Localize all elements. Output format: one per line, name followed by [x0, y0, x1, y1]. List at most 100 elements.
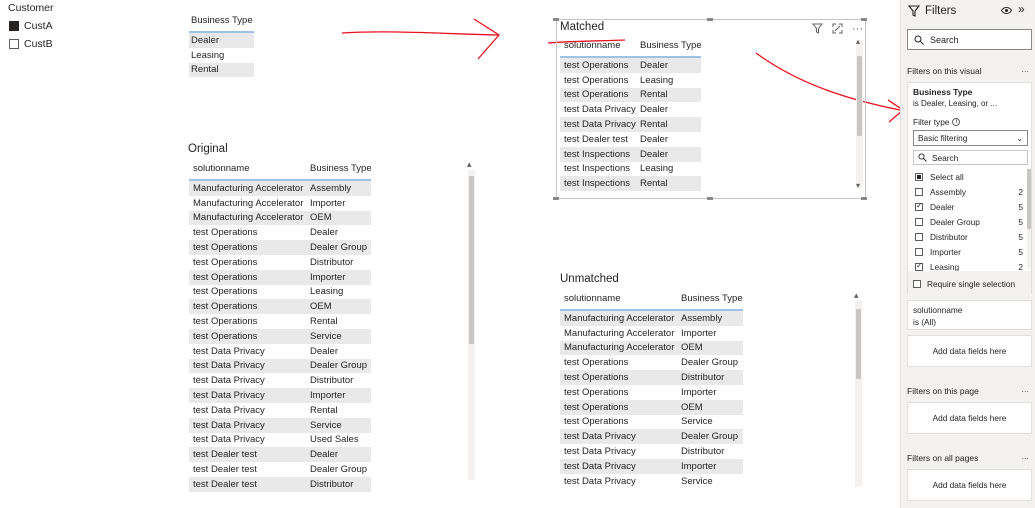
filter-value-item[interactable]: Dealer 5: [910, 199, 1027, 214]
table-row[interactable]: Manufacturing Accelerator Assembly: [189, 181, 371, 196]
more-options-icon[interactable]: ...: [1021, 451, 1029, 461]
table-row[interactable]: test Operations Service: [189, 328, 371, 344]
table-row[interactable]: test Operations Leasing: [560, 73, 701, 88]
table-row[interactable]: test Inspections Rental: [560, 176, 701, 192]
table-row[interactable]: test Operations Rental: [189, 314, 371, 329]
table-row[interactable]: test Operations Distributor: [560, 370, 743, 385]
collapse-pane-icon[interactable]: »: [1018, 2, 1025, 16]
checkbox-unchecked[interactable]: [915, 187, 923, 196]
scroll-up-icon[interactable]: ▴: [856, 37, 860, 46]
table-row[interactable]: test Data Privacy Distributor: [560, 444, 743, 459]
more-options-icon[interactable]: ...: [1021, 384, 1029, 394]
table-row[interactable]: Manufacturing Accelerator OEM: [189, 210, 371, 226]
table-row[interactable]: test Operations Dealer Group: [560, 355, 743, 370]
scrollbar-thumb[interactable]: [856, 309, 861, 379]
table-row[interactable]: test Operations Dealer: [560, 58, 701, 73]
filter-values-search[interactable]: Search: [913, 150, 1028, 165]
require-single-selection[interactable]: Require single selection: [913, 279, 1015, 289]
checkbox-unchecked[interactable]: [915, 247, 923, 256]
table-row[interactable]: test Operations OEM: [189, 299, 371, 315]
column-header-business-type[interactable]: Business Type: [677, 287, 743, 309]
checkbox-checked[interactable]: [915, 201, 923, 211]
table-row[interactable]: test Operations Importer: [560, 385, 743, 400]
table-row[interactable]: test Data Privacy Rental: [560, 117, 701, 132]
table-row[interactable]: test Data Privacy Dealer: [189, 344, 371, 359]
business-type-filter-card[interactable]: Business Type is Dealer, Leasing, or ...…: [907, 82, 1032, 295]
scroll-down-icon[interactable]: ▾: [856, 181, 860, 190]
more-options-icon[interactable]: ···: [852, 23, 863, 34]
table-row[interactable]: Manufacturing Accelerator Assembly: [560, 311, 743, 326]
filter-value-item[interactable]: Assembly 2: [910, 184, 1027, 199]
table-row[interactable]: test Data Privacy Dealer Group: [189, 358, 371, 374]
add-data-fields-all-pages[interactable]: Add data fields here: [907, 469, 1032, 501]
table-row[interactable]: test Data Privacy Dealer Group: [560, 429, 743, 445]
table-row[interactable]: test Data Privacy Service: [560, 474, 743, 489]
add-data-fields-visual[interactable]: Add data fields here: [907, 335, 1032, 367]
table-row[interactable]: test Dealer test Dealer Group: [189, 462, 371, 477]
filter-value-item[interactable]: Dealer Group 5: [910, 214, 1027, 229]
resize-handle[interactable]: [553, 197, 559, 200]
cell-business-type: Service: [306, 328, 371, 344]
table-row[interactable]: test Operations Distributor: [189, 255, 371, 270]
column-header-solutionname[interactable]: solutionname: [560, 34, 636, 56]
table-row[interactable]: test Operations Importer: [189, 269, 371, 285]
focus-mode-icon[interactable]: [832, 23, 843, 34]
checkbox-unchecked[interactable]: [915, 232, 923, 241]
scrollbar-thumb[interactable]: [469, 176, 474, 344]
add-data-fields-page[interactable]: Add data fields here: [907, 402, 1032, 434]
info-icon[interactable]: i: [952, 118, 961, 126]
filter-type-dropdown[interactable]: Basic filtering ⌄: [913, 130, 1028, 146]
checkbox-unchecked[interactable]: [913, 280, 921, 288]
cell-solutionname: test Operations: [193, 227, 258, 239]
checkbox-checked[interactable]: [915, 261, 923, 271]
resize-handle[interactable]: [861, 197, 867, 200]
table-row[interactable]: test Operations Leasing: [189, 285, 371, 300]
table-row[interactable]: test Data Privacy Distributor: [189, 373, 371, 388]
scrollbar-thumb[interactable]: [1027, 169, 1031, 229]
solutionname-filter-card[interactable]: solutionname is (All): [907, 300, 1032, 330]
filter-icon[interactable]: [812, 23, 823, 34]
original-scrollbar[interactable]: [467, 159, 475, 480]
table-row[interactable]: test Data Privacy Rental: [189, 403, 371, 418]
table-row[interactable]: test Operations Dealer Group: [189, 240, 371, 255]
filter-value-item[interactable]: Distributor 5: [910, 229, 1027, 244]
table-row[interactable]: test Data Privacy Dealer: [560, 102, 701, 117]
resize-handle[interactable]: [553, 18, 559, 21]
scrollbar-thumb[interactable]: [857, 56, 862, 136]
eye-icon[interactable]: [1001, 6, 1012, 15]
matched-table-title: Matched: [560, 21, 605, 33]
column-header-business-type[interactable]: Business Type: [636, 34, 701, 56]
table-row[interactable]: test Operations Dealer: [189, 225, 371, 240]
checkbox-partial[interactable]: [915, 172, 923, 181]
table-row[interactable]: Manufacturing Accelerator OEM: [560, 340, 743, 356]
table-row[interactable]: test Data Privacy Importer: [189, 388, 371, 403]
checkbox-unchecked[interactable]: [915, 217, 923, 226]
table-row[interactable]: test Data Privacy Service: [189, 417, 371, 433]
matched-scrollbar[interactable]: ▴ ▾: [856, 37, 863, 190]
resize-handle[interactable]: [707, 197, 713, 200]
more-options-icon[interactable]: ...: [1021, 64, 1029, 74]
table-row[interactable]: test Dealer test Dealer: [560, 132, 701, 147]
column-header-business-type[interactable]: Business Type: [306, 157, 371, 179]
table-row[interactable]: test Inspections Leasing: [560, 162, 701, 177]
filter-value-item[interactable]: Leasing 2: [910, 259, 1027, 271]
table-row[interactable]: Manufacturing Accelerator Importer: [189, 196, 371, 211]
resize-handle[interactable]: [707, 18, 713, 21]
filter-value-item[interactable]: Select all: [910, 169, 1027, 184]
filter-value-item[interactable]: Importer 5: [910, 244, 1027, 259]
table-row[interactable]: test Operations Service: [560, 415, 743, 430]
unmatched-scrollbar[interactable]: [854, 290, 862, 487]
table-row[interactable]: Manufacturing Accelerator Importer: [560, 326, 743, 341]
table-row[interactable]: test Dealer test Dealer: [189, 447, 371, 463]
table-row[interactable]: test Data Privacy Used Sales: [189, 433, 371, 448]
column-header-solutionname[interactable]: solutionname: [189, 157, 306, 179]
column-header-solutionname[interactable]: solutionname: [560, 287, 677, 309]
table-row[interactable]: test Data Privacy Importer: [560, 458, 743, 474]
filter-list-scrollbar[interactable]: [1027, 169, 1031, 269]
filters-search-box[interactable]: Search: [907, 29, 1032, 50]
resize-handle[interactable]: [861, 18, 867, 21]
table-row[interactable]: test Operations OEM: [560, 399, 743, 415]
table-row[interactable]: test Operations Rental: [560, 87, 701, 103]
table-row[interactable]: test Inspections Dealer: [560, 146, 701, 162]
table-row[interactable]: test Dealer test Distributor: [189, 476, 371, 492]
